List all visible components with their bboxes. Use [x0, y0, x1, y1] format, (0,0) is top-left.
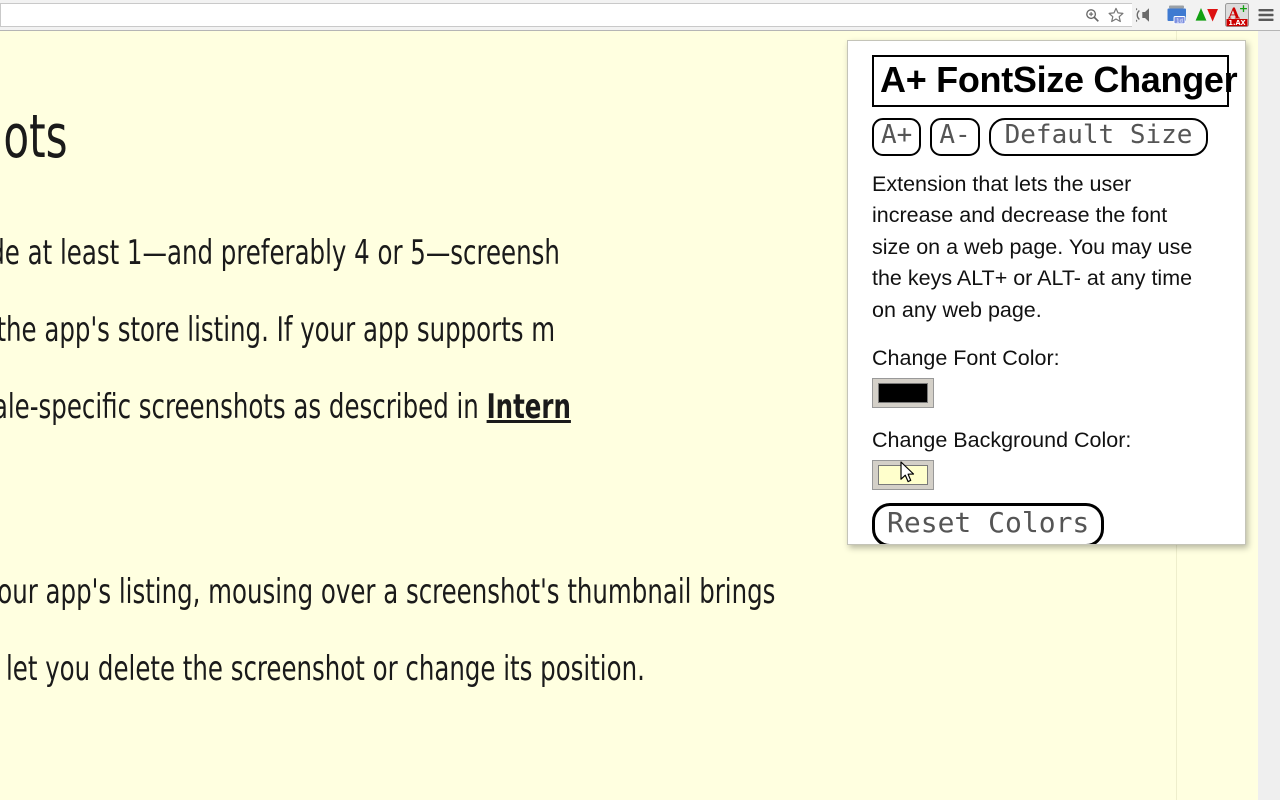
popup-title: A+ FontSize Changer — [872, 55, 1238, 107]
fontsize-changer-extension-icon[interactable]: A + 1.AX — [1222, 0, 1252, 30]
page-title: nshots — [0, 102, 68, 172]
page-paragraph-2: ed in the app's store listing. If your a… — [0, 310, 556, 350]
page-paragraph-3-text: le locale-specific screenshots as descri… — [0, 387, 479, 427]
page-paragraph-3: le locale-specific screenshots as descri… — [0, 369, 914, 446]
page-paragraph-5: s that let you delete the screenshot or … — [0, 649, 645, 689]
tab-stack-badge-label: 1d — [1176, 18, 1183, 24]
volume-speaker-icon[interactable] — [1132, 0, 1162, 30]
font-color-label: Change Font Color: — [872, 346, 1060, 371]
internationalization-link[interactable]: Intern — [487, 387, 571, 427]
fontsize-icon-badge-label: 1.AX — [1228, 19, 1245, 27]
bookmark-star-icon[interactable] — [1104, 4, 1128, 27]
page-paragraph-4: edit your app's listing, mousing over a … — [0, 572, 776, 612]
background-color-swatch — [878, 465, 928, 486]
increase-font-size-button[interactable]: A+ — [872, 117, 922, 156]
font-color-picker[interactable] — [872, 378, 934, 409]
font-color-swatch — [878, 383, 928, 404]
reset-colors-button[interactable]: Reset Colors — [872, 503, 1105, 544]
size-button-row: A+ A- Default Size — [872, 117, 1229, 156]
decrease-font-size-button[interactable]: A- — [930, 117, 980, 156]
default-size-button[interactable]: Default Size — [988, 117, 1209, 156]
page-paragraph-1: provide at least 1—and preferably 4 or 5… — [0, 233, 560, 273]
up-down-arrows-extension-icon[interactable] — [1192, 0, 1222, 30]
background-color-label: Change Background Color: — [872, 428, 1132, 453]
popup-description: Extension that lets the user increase an… — [872, 171, 1193, 322]
chrome-menu-icon[interactable] — [1252, 0, 1280, 30]
tab-stack-extension-icon[interactable]: 1d — [1162, 0, 1192, 30]
browser-toolbar: 1d A + 1.AX — [0, 0, 1280, 31]
svg-text:+: + — [1239, 2, 1248, 15]
background-color-picker[interactable] — [872, 460, 934, 491]
address-bar[interactable] — [0, 3, 1132, 27]
fontsize-changer-popup: A+ FontSize Changer A+ A- Default Size E… — [847, 40, 1246, 545]
zoom-icon[interactable] — [1080, 4, 1104, 27]
